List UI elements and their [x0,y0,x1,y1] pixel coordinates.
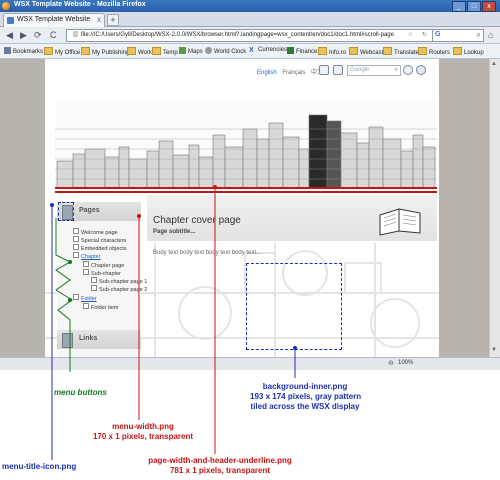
annotation-menu-width: menu-width.png 170 x 1 pixels, transpare… [92,422,194,441]
annotation-menu-buttons: menu buttons [54,388,107,397]
annotation-background-inner: background-inner.png 193 x 174 pixels, g… [250,382,362,411]
annotation-page-width: page-width-and-header-underline.png 781 … [148,456,292,475]
annotation-menu-title-icon: menu-title-icon.png [2,462,77,471]
